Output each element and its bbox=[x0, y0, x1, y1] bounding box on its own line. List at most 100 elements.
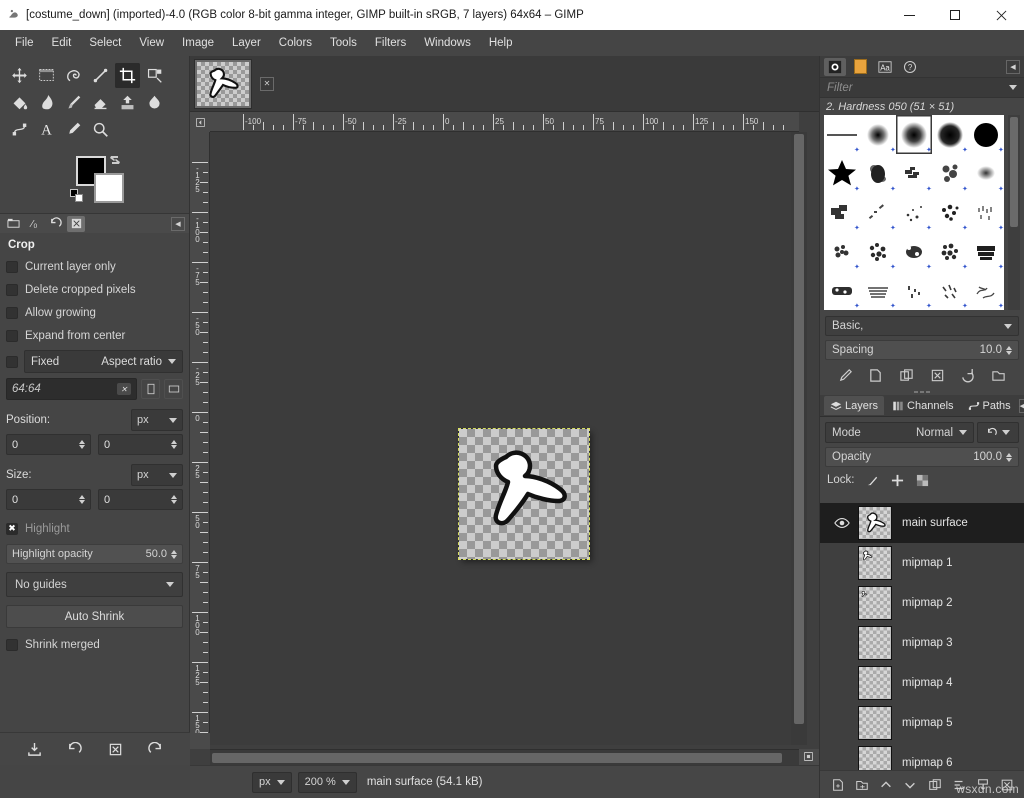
vertical-ruler[interactable]: -125-100-75-50-250255075100125150175 bbox=[190, 132, 210, 745]
brush-cell[interactable]: ✦ bbox=[896, 154, 932, 193]
status-zoom-combo[interactable]: 200 % bbox=[298, 772, 357, 793]
brush-cell[interactable]: ✦ bbox=[824, 232, 860, 271]
brush-cell[interactable]: ✦ bbox=[968, 115, 1004, 154]
checkbox-fixed[interactable] bbox=[6, 356, 18, 368]
tool-preset-icon[interactable]: ⁄₀ bbox=[25, 216, 43, 232]
brush-cell[interactable]: ✦ bbox=[932, 154, 968, 193]
layer-visibility-icon[interactable] bbox=[830, 713, 854, 733]
restore-tool-options-icon[interactable] bbox=[65, 739, 85, 759]
duplicate-brush-icon[interactable] bbox=[897, 366, 917, 384]
layer-visibility-icon[interactable] bbox=[830, 633, 854, 653]
patterns-tab[interactable] bbox=[849, 58, 871, 76]
canvas-area[interactable] bbox=[210, 132, 799, 745]
brush-cell[interactable]: ✦ bbox=[860, 271, 896, 310]
navigation-preview-button[interactable] bbox=[799, 749, 819, 765]
layer-row[interactable]: mipmap 3 bbox=[820, 623, 1024, 663]
option-shrink-merged[interactable]: Shrink merged bbox=[6, 633, 183, 656]
free-select-tool[interactable] bbox=[61, 63, 86, 88]
size-width-input[interactable]: 0 bbox=[6, 489, 91, 510]
image-canvas[interactable] bbox=[459, 429, 589, 559]
layer-row[interactable]: mipmap 6 bbox=[820, 743, 1024, 770]
clear-icon[interactable]: ✕ bbox=[117, 383, 131, 395]
tab-paths[interactable]: Paths bbox=[962, 396, 1017, 415]
menu-file[interactable]: File bbox=[6, 33, 43, 53]
image-tab-costume-down[interactable] bbox=[194, 59, 252, 109]
delete-tool-options-icon[interactable] bbox=[105, 739, 125, 759]
status-unit-combo[interactable]: px bbox=[252, 772, 292, 793]
brush-cell[interactable]: ✦ bbox=[932, 232, 968, 271]
lock-pixels-icon[interactable] bbox=[865, 473, 880, 487]
eraser-tool[interactable] bbox=[88, 90, 113, 115]
menu-view[interactable]: View bbox=[130, 33, 173, 53]
spinner-arrows-icon[interactable] bbox=[1006, 346, 1012, 355]
measure-tool[interactable] bbox=[88, 63, 113, 88]
position-x-input[interactable]: 0 bbox=[6, 434, 91, 455]
brush-cell[interactable]: ✦ bbox=[896, 271, 932, 310]
layer-row[interactable]: mipmap 5 bbox=[820, 703, 1024, 743]
vertical-scroll-thumb[interactable] bbox=[794, 134, 804, 724]
duplicate-layer-icon[interactable] bbox=[925, 775, 944, 794]
brush-cell[interactable]: ✦ bbox=[824, 154, 860, 193]
rectangle-select-tool[interactable] bbox=[34, 63, 59, 88]
fixed-aspect-combo[interactable]: Fixed Aspect ratio bbox=[24, 350, 183, 373]
option-allow-growing[interactable]: Allow growing bbox=[6, 301, 183, 324]
menu-windows[interactable]: Windows bbox=[415, 33, 480, 53]
brush-cell[interactable]: ✦ bbox=[968, 232, 1004, 271]
menu-edit[interactable]: Edit bbox=[43, 33, 81, 53]
edit-brush-icon[interactable] bbox=[835, 366, 855, 384]
layer-mode-combo[interactable]: Mode Normal bbox=[825, 422, 974, 443]
new-brush-icon[interactable] bbox=[866, 366, 886, 384]
horizontal-scroll-thumb[interactable] bbox=[212, 753, 782, 763]
menu-colors[interactable]: Colors bbox=[270, 33, 321, 53]
spinner-arrows-icon[interactable] bbox=[171, 495, 177, 504]
lock-alpha-icon[interactable] bbox=[915, 473, 930, 487]
layer-thumbnail[interactable] bbox=[858, 506, 892, 540]
maximize-button[interactable] bbox=[932, 0, 978, 30]
layer-opacity-slider[interactable]: Opacity 100.0 bbox=[825, 447, 1019, 467]
save-tool-options-icon[interactable] bbox=[24, 739, 44, 759]
brush-spacing-slider[interactable]: Spacing 10.0 bbox=[825, 340, 1019, 360]
brush-cell[interactable]: ✦ bbox=[896, 232, 932, 271]
size-unit-combo[interactable]: px bbox=[131, 464, 183, 486]
layer-row[interactable]: mipmap 4 bbox=[820, 663, 1024, 703]
brush-cell[interactable]: ✦ bbox=[860, 154, 896, 193]
layers-dock-menu-icon[interactable]: ◀ bbox=[1019, 399, 1024, 413]
aspect-ratio-input[interactable]: 64:64 ✕ bbox=[6, 378, 137, 400]
spinner-arrows-icon[interactable] bbox=[79, 495, 85, 504]
brush-cell[interactable]: ✦ bbox=[824, 193, 860, 232]
paintbrush-tool[interactable] bbox=[61, 90, 86, 115]
delete-icon[interactable] bbox=[67, 216, 85, 232]
layer-blend-space-combo[interactable] bbox=[977, 422, 1019, 443]
new-layer-icon[interactable] bbox=[829, 775, 848, 794]
brush-cell[interactable]: ✦ bbox=[932, 115, 968, 154]
bucket-fill-tool[interactable] bbox=[7, 90, 32, 115]
menu-help[interactable]: Help bbox=[480, 33, 522, 53]
brush-cell[interactable]: ✦ bbox=[968, 154, 1004, 193]
layer-list[interactable]: main surface mipmap 1 mipmap 2 mipmap 3 bbox=[820, 503, 1024, 770]
brushes-tab[interactable] bbox=[824, 58, 846, 76]
brush-cell[interactable]: ✦ bbox=[896, 193, 932, 232]
brush-filter-row[interactable]: Filter bbox=[820, 78, 1024, 98]
layer-row[interactable]: mipmap 1 bbox=[820, 543, 1024, 583]
swap-colors-icon[interactable] bbox=[108, 153, 122, 167]
brush-cell[interactable]: ✦ bbox=[824, 271, 860, 310]
crop-tool[interactable] bbox=[115, 63, 140, 88]
option-expand-from-center[interactable]: Expand from center bbox=[6, 324, 183, 347]
menu-filters[interactable]: Filters bbox=[366, 33, 415, 53]
ruler-corner[interactable] bbox=[190, 112, 210, 132]
document-history-tab[interactable]: ? bbox=[899, 58, 921, 76]
layer-thumbnail[interactable] bbox=[858, 706, 892, 740]
tab-channels[interactable]: Channels bbox=[886, 396, 959, 415]
portrait-orientation-button[interactable] bbox=[141, 379, 160, 399]
brush-cell[interactable]: ✦ bbox=[968, 193, 1004, 232]
checkbox-highlight[interactable]: ✖ bbox=[6, 523, 18, 535]
spinner-arrows-icon[interactable] bbox=[79, 440, 85, 449]
spinner-arrows-icon[interactable] bbox=[171, 440, 177, 449]
highlight-opacity-slider[interactable]: Highlight opacity 50.0 bbox=[6, 544, 183, 564]
move-tool[interactable] bbox=[7, 63, 32, 88]
checkbox-current-layer-only[interactable] bbox=[6, 261, 18, 273]
brush-cell[interactable]: ✦ bbox=[932, 271, 968, 310]
brush-cell[interactable]: ✦ bbox=[932, 193, 968, 232]
position-y-input[interactable]: 0 bbox=[98, 434, 183, 455]
position-unit-combo[interactable]: px bbox=[131, 409, 183, 431]
